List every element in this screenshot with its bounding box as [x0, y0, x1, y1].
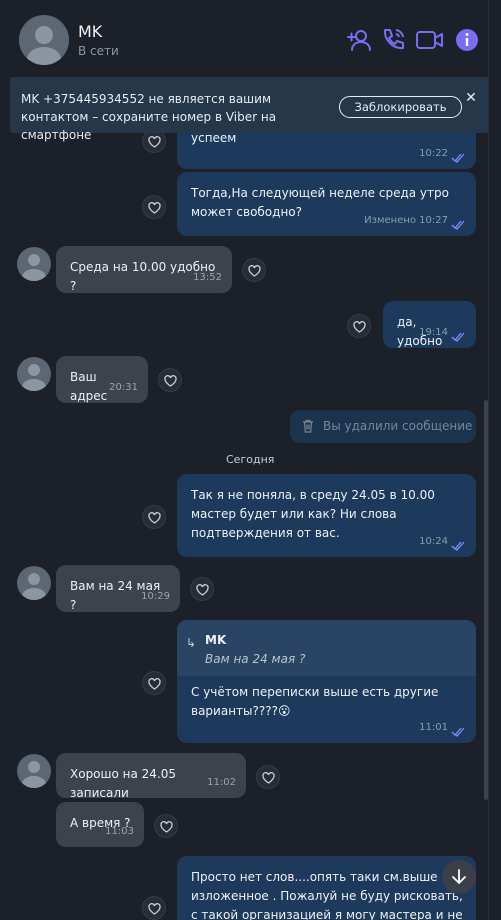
message-outgoing[interactable]: ↳ MK Вам на 24 мая ? С учётом переписки … — [177, 620, 476, 743]
like-button[interactable] — [142, 896, 166, 920]
read-ticks-icon — [451, 541, 465, 551]
contact-avatar[interactable] — [19, 15, 69, 65]
heart-icon — [262, 772, 275, 784]
heart-icon — [196, 584, 209, 596]
like-button[interactable] — [190, 577, 214, 601]
add-contact-icon[interactable] — [345, 26, 373, 54]
heart-icon — [248, 265, 261, 277]
message-outgoing[interactable]: Тогда,На следующей неделе среда утро мож… — [177, 172, 476, 236]
read-ticks-icon — [451, 153, 465, 163]
message-outgoing[interactable]: Так я не поняла, в среду 24.05 в 10.00 м… — [177, 474, 476, 557]
heart-icon — [353, 321, 366, 333]
info-icon[interactable] — [455, 28, 479, 52]
message-incoming[interactable]: Вам на 24 мая ? 10:29 — [56, 565, 180, 612]
message-incoming[interactable]: Ваш адрес 20:31 — [56, 356, 148, 403]
like-button[interactable] — [142, 671, 166, 695]
heart-icon — [160, 821, 173, 833]
reply-quote-text: Вам на 24 мая ? — [205, 652, 306, 666]
trash-icon — [303, 419, 313, 433]
reply-arrow-icon: ↳ — [186, 636, 197, 650]
contact-avatar[interactable] — [17, 566, 51, 600]
message-outgoing[interactable]: да, удобно 19:14 — [383, 301, 476, 348]
reply-quote[interactable]: ↳ MK Вам на 24 мая ? — [177, 620, 476, 676]
message-time: 11:02 — [207, 777, 236, 788]
like-button[interactable] — [256, 765, 280, 789]
read-ticks-icon — [451, 332, 465, 342]
deleted-message-text: Вы удалили сообщение — [323, 419, 473, 433]
message-time: 20:31 — [109, 382, 138, 393]
message-time: 13:52 — [193, 272, 222, 283]
message-time: 11:03 — [105, 826, 134, 837]
contact-status: В сети — [78, 44, 119, 58]
heart-icon — [148, 678, 161, 690]
unknown-contact-banner: MK +375445934552 не является вашим конта… — [10, 77, 489, 142]
message-time: 10:22 — [419, 148, 448, 159]
block-button[interactable]: Заблокировать — [339, 96, 462, 118]
heart-icon — [148, 903, 161, 915]
deleted-message: Вы удалили сообщение — [290, 410, 476, 443]
message-text: С учётом переписки выше есть другие вари… — [191, 685, 439, 718]
heart-icon — [148, 512, 161, 524]
message-time: 10:24 — [419, 536, 448, 547]
message-time: 19:14 — [419, 327, 448, 338]
message-incoming[interactable]: А время ? 11:03 — [56, 802, 144, 847]
reply-author: MK — [205, 633, 227, 647]
divider — [488, 0, 489, 920]
read-ticks-icon — [451, 727, 465, 737]
contact-name[interactable]: MK — [78, 22, 102, 41]
like-button[interactable] — [347, 314, 371, 338]
contact-avatar[interactable] — [17, 247, 51, 281]
message-time: 11:01 — [419, 722, 448, 733]
read-ticks-icon — [451, 220, 465, 230]
scroll-to-bottom-button[interactable] — [442, 860, 476, 894]
heart-icon — [164, 375, 177, 387]
message-time: 10:29 — [141, 591, 170, 602]
message-time: Изменено 10:27 — [364, 215, 448, 226]
contact-avatar[interactable] — [17, 754, 51, 788]
video-icon[interactable] — [415, 26, 445, 54]
like-button[interactable] — [158, 368, 182, 392]
like-button[interactable] — [142, 195, 166, 219]
message-outgoing[interactable]: Просто нет слов....опять таки см.выше из… — [177, 856, 476, 920]
close-icon[interactable]: ✕ — [463, 90, 479, 106]
message-text: Просто нет слов....опять таки см.выше из… — [191, 870, 463, 920]
like-button[interactable] — [142, 505, 166, 529]
message-incoming[interactable]: Хорошо на 24.05 записали 11:02 — [56, 753, 246, 800]
date-separator: Сегодня — [226, 453, 275, 466]
message-incoming[interactable]: Среда на 10.00 удобно ? 13:52 — [56, 246, 232, 293]
banner-text: MK +375445934552 не является вашим конта… — [21, 92, 277, 142]
heart-icon — [148, 202, 161, 214]
contact-avatar[interactable] — [17, 357, 51, 391]
like-button[interactable] — [242, 258, 266, 282]
phone-icon[interactable] — [379, 26, 407, 54]
scrollbar[interactable] — [484, 400, 488, 800]
chat-header: MK В сети — [0, 0, 501, 80]
chevron-down-icon — [452, 869, 466, 885]
like-button[interactable] — [154, 814, 178, 838]
